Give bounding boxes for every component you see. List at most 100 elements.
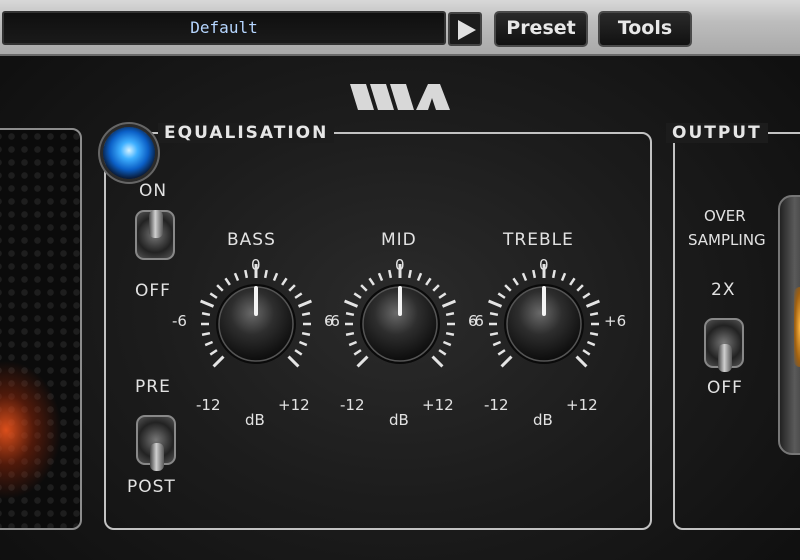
preset-name-display[interactable]: Default [2,11,446,45]
knob-tick [297,299,313,308]
knob-tick [487,299,503,308]
waves-wa-logo-icon [350,84,450,110]
preset-toolbar: Default Preset Tools [0,0,800,56]
knob-tick [360,284,368,292]
knob-tick [288,284,296,292]
bass-knob-group [181,262,331,412]
treble-min-label: -12 [484,396,509,414]
knob-tick [586,340,596,347]
knob-tick [576,284,584,292]
knob-tick [287,355,300,368]
mid-label: MID [381,230,417,250]
bass-max-label: +12 [278,396,310,414]
next-preset-button[interactable] [448,12,482,46]
knob-tick [348,340,358,347]
knob-tick [432,284,440,292]
knob-tick [497,349,506,356]
knob-tick [201,331,211,336]
knob-tick [263,269,268,279]
bass-min-label: -12 [196,396,221,414]
knob-tick [343,299,359,308]
mid-zero-label: 0 [395,256,405,274]
knob-tick [521,272,528,282]
tools-button[interactable]: Tools [598,11,692,47]
knob-tick [301,331,311,336]
knob-tick [438,292,447,299]
knob-tick [560,272,567,282]
knob-tick [201,312,211,317]
knob-tick [294,349,303,356]
knob-tick [204,340,214,347]
knob-tick [575,355,588,368]
eq-pre-post-switch[interactable] [136,415,176,471]
knob-tick [377,272,384,282]
knob-tick [353,292,362,299]
tube-glow [0,360,62,500]
knob-tick [281,277,288,286]
knob-tick [504,284,512,292]
knob-tick [589,331,599,336]
knob-tick [216,284,224,292]
switch-lever [149,210,163,238]
knob-tick [345,312,355,317]
oversampling-2x-label: 2X [711,280,736,300]
knob-tick [298,340,308,347]
knob-tick [500,355,513,368]
bass-left-mid-label: -6 [172,312,187,330]
knob-tick [272,272,279,282]
eq-off-label: OFF [135,281,171,301]
equalisation-title: EQUALISATION [158,123,335,143]
knob-tick [489,331,499,336]
knob-tick [497,292,506,299]
preset-button[interactable]: Preset [494,11,588,47]
eq-post-label: POST [127,477,176,497]
eq-power-led [103,127,155,179]
knob-tick [356,355,369,368]
knob-tick [512,277,519,286]
treble-unit-label: dB [533,411,553,429]
knob-tick [431,355,444,368]
bass-zero-label: 0 [251,256,261,274]
knob-tick [582,349,591,356]
knob-tick [416,272,423,282]
mid-knob[interactable] [325,262,475,412]
knob-tick [301,312,311,317]
knob-tick [209,292,218,299]
oversampling-label-line2: SAMPLING [688,231,766,249]
treble-right-mid-label: +6 [604,312,627,330]
knob-tick [212,355,225,368]
knob-tick [233,272,240,282]
output-meter-glow [794,287,800,367]
knob-tick [353,349,362,356]
knob-tick [589,312,599,317]
eq-on-label: ON [139,181,168,201]
tube-grille [0,128,82,530]
eq-power-switch[interactable] [135,210,175,260]
knob-tick [425,277,432,286]
oversampling-off-label: OFF [707,378,743,398]
knob-tick [585,299,601,308]
output-meter [778,195,800,455]
treble-label: TREBLE [503,230,574,250]
knob-tick [445,312,455,317]
bass-unit-label: dB [245,411,265,429]
treble-left-mid-label: -6 [469,312,484,330]
treble-zero-label: 0 [539,256,549,274]
knob-tick [407,269,412,279]
mid-min-label: -12 [340,396,365,414]
bass-label: BASS [227,230,276,250]
mid-max-label: +12 [422,396,454,414]
knob-tick [532,269,537,279]
knob-tick [368,277,375,286]
switch-lever [150,443,164,471]
oversampling-switch[interactable] [704,318,744,372]
eq-pre-label: PRE [135,377,171,397]
mid-knob-group [325,262,475,412]
knob-tick [551,269,556,279]
bass-knob[interactable] [181,262,331,412]
knob-tick [489,312,499,317]
treble-knob[interactable] [469,262,619,412]
treble-max-label: +12 [566,396,598,414]
output-title: OUTPUT [666,123,768,143]
mid-left-mid-label: -6 [325,312,340,330]
